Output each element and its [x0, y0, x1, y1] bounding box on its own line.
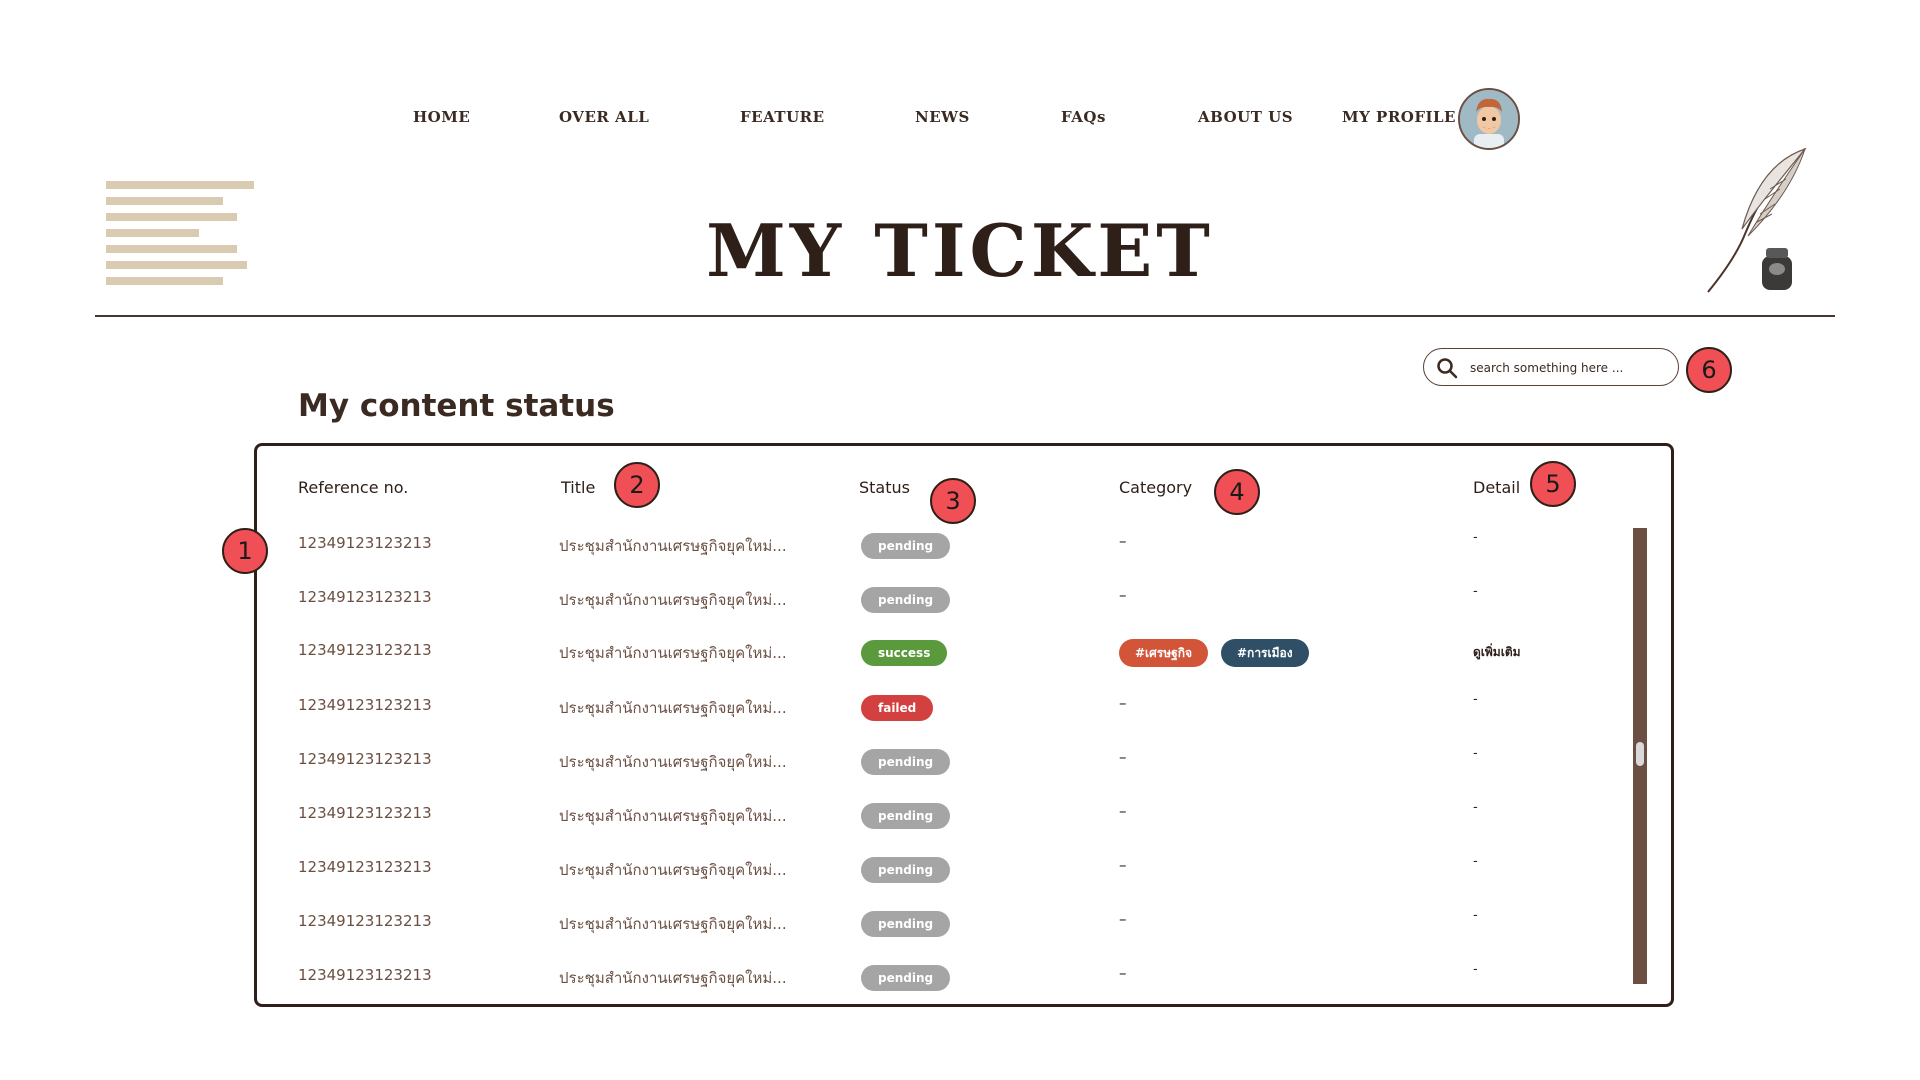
ticket-title: ประชุมสำนักงานเศรษฐกิจยุคใหม่... [559, 969, 787, 987]
see-more-link[interactable]: ดูเพิ่มเติม [1473, 643, 1521, 662]
annotation-marker-4: 4 [1214, 469, 1260, 515]
section-title: My content status [298, 388, 615, 424]
table-row[interactable]: 12349123123213 ประชุมสำนักงานเศรษฐกิจยุค… [0, 746, 1920, 804]
category-value: – [1119, 532, 1127, 550]
reference-number: 12349123123213 [298, 966, 432, 984]
table-row[interactable]: 12349123123213 ประชุมสำนักงานเศรษฐกิจยุค… [0, 962, 1920, 1020]
column-header-category: Category [1119, 478, 1193, 497]
detail-value: - [1473, 854, 1478, 869]
category-value: – [1119, 856, 1127, 874]
reference-number: 12349123123213 [298, 858, 432, 876]
table-row[interactable]: 12349123123213 ประชุมสำนักงานเศรษฐกิจยุค… [0, 692, 1920, 750]
status-badge: pending [861, 803, 951, 829]
column-header-detail: Detail [1473, 478, 1521, 497]
avatar-portrait-icon [1460, 90, 1518, 148]
ticket-title: ประชุมสำนักงานเศรษฐกิจยุคใหม่... [559, 861, 787, 879]
table-row[interactable]: 12349123123213 ประชุมสำนักงานเศรษฐกิจยุค… [0, 639, 1920, 695]
ticket-title: ประชุมสำนักงานเศรษฐกิจยุคใหม่... [559, 644, 787, 662]
table-row[interactable]: 12349123123213 ประชุมสำนักงานเศรษฐกิจยุค… [0, 584, 1920, 642]
category-tag-economy[interactable]: #เศรษฐกิจ [1119, 639, 1209, 667]
header-divider [95, 315, 1835, 317]
annotation-marker-2: 2 [614, 462, 660, 508]
status-badge: pending [861, 533, 951, 559]
nav-about-us[interactable]: ABOUT US [1198, 108, 1293, 126]
category-value: – [1119, 694, 1127, 712]
status-badge: pending [861, 965, 951, 991]
annotation-marker-3: 3 [930, 478, 976, 524]
detail-value: - [1473, 746, 1478, 761]
search-icon [1437, 358, 1458, 379]
column-header-reference: Reference no. [298, 478, 409, 497]
detail-value: - [1473, 692, 1478, 707]
nav-my-profile[interactable]: MY PROFILE [1342, 108, 1456, 126]
ticket-title: ประชุมสำนักงานเศรษฐกิจยุคใหม่... [559, 699, 787, 717]
table-row[interactable]: 12349123123213 ประชุมสำนักงานเศรษฐกิจยุค… [0, 854, 1920, 912]
annotation-marker-5: 5 [1530, 461, 1576, 507]
search-input[interactable] [1468, 357, 1668, 379]
status-badge: failed [861, 695, 934, 721]
annotation-marker-6: 6 [1686, 347, 1732, 393]
category-value: – [1119, 748, 1127, 766]
category-value: – [1119, 802, 1127, 820]
table-row[interactable]: 12349123123213 ประชุมสำนักงานเศรษฐกิจยุค… [0, 800, 1920, 858]
reference-number: 12349123123213 [298, 534, 432, 552]
status-badge: pending [861, 587, 951, 613]
reference-number: 12349123123213 [298, 641, 432, 659]
top-nav: HOME OVER ALL FEATURE NEWS FAQs ABOUT US… [0, 108, 1920, 132]
detail-value: - [1473, 530, 1478, 545]
reference-number: 12349123123213 [298, 588, 432, 606]
category-value: – [1119, 964, 1127, 982]
ticket-title: ประชุมสำนักงานเศรษฐกิจยุคใหม่... [559, 591, 787, 609]
reference-number: 12349123123213 [298, 912, 432, 930]
ticket-title: ประชุมสำนักงานเศรษฐกิจยุคใหม่... [559, 753, 787, 771]
reference-number: 12349123123213 [298, 696, 432, 714]
nav-feature[interactable]: FEATURE [740, 108, 825, 126]
scrollbar-thumb[interactable] [1636, 742, 1644, 766]
table-row[interactable]: 12349123123213 ประชุมสำนักงานเศรษฐกิจยุค… [0, 908, 1920, 966]
category-tag-politics[interactable]: #การเมือง [1221, 639, 1309, 667]
column-header-title: Title [561, 478, 596, 497]
annotation-marker-1: 1 [222, 528, 268, 574]
ticket-title: ประชุมสำนักงานเศรษฐกิจยุคใหม่... [559, 537, 787, 555]
table-row[interactable]: 12349123123213 ประชุมสำนักงานเศรษฐกิจยุค… [0, 530, 1920, 588]
column-header-status: Status [859, 478, 910, 497]
quill-inkwell-icon [1700, 144, 1820, 298]
category-value: – [1119, 586, 1127, 604]
page-title: MY TICKET [706, 208, 1214, 293]
status-badge: pending [861, 911, 951, 937]
reference-number: 12349123123213 [298, 804, 432, 822]
detail-value: - [1473, 584, 1478, 599]
category-value: – [1119, 910, 1127, 928]
detail-value: - [1473, 962, 1478, 977]
ticket-title: ประชุมสำนักงานเศรษฐกิจยุคใหม่... [559, 915, 787, 933]
ticket-title: ประชุมสำนักงานเศรษฐกิจยุคใหม่... [559, 807, 787, 825]
search-box[interactable] [1423, 348, 1679, 386]
avatar[interactable] [1458, 88, 1520, 150]
detail-value: - [1473, 908, 1478, 923]
status-badge: pending [861, 857, 951, 883]
nav-news[interactable]: NEWS [915, 108, 970, 126]
nav-faqs[interactable]: FAQs [1061, 108, 1106, 126]
reference-number: 12349123123213 [298, 750, 432, 768]
nav-home[interactable]: HOME [413, 108, 470, 126]
nav-over-all[interactable]: OVER ALL [559, 108, 649, 126]
status-badge: success [861, 640, 948, 666]
detail-value: - [1473, 800, 1478, 815]
status-badge: pending [861, 749, 951, 775]
